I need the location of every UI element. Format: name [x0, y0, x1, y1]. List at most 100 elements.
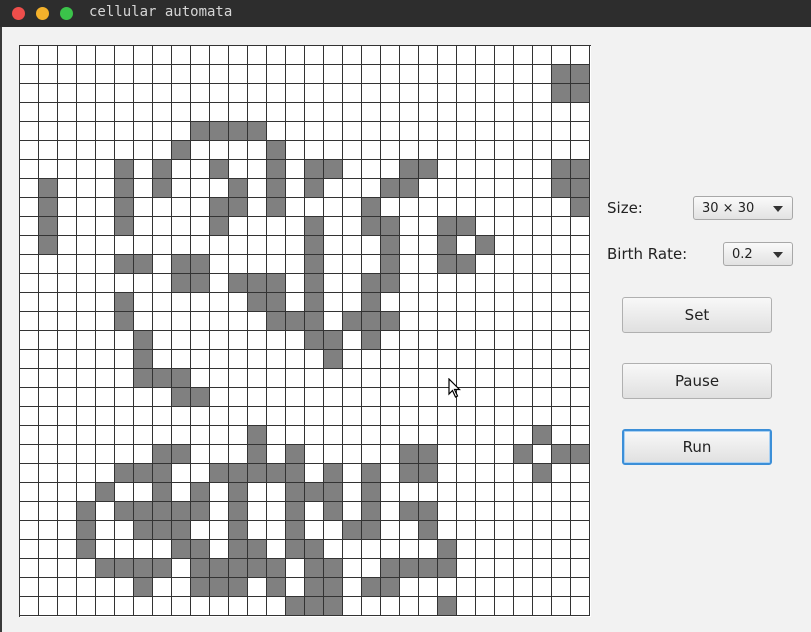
grid-cell[interactable] — [533, 407, 552, 426]
grid-cell[interactable] — [248, 274, 267, 293]
grid-cell[interactable] — [96, 236, 115, 255]
grid-cell[interactable] — [381, 521, 400, 540]
grid-cell[interactable] — [134, 103, 153, 122]
grid-cell[interactable] — [495, 388, 514, 407]
grid-cell[interactable] — [571, 198, 590, 217]
grid-cell[interactable] — [229, 426, 248, 445]
grid-cell[interactable] — [96, 274, 115, 293]
grid-cell[interactable] — [229, 255, 248, 274]
grid-cell[interactable] — [172, 160, 191, 179]
grid-cell[interactable] — [210, 407, 229, 426]
grid-cell[interactable] — [533, 103, 552, 122]
grid-cell[interactable] — [134, 350, 153, 369]
grid-cell[interactable] — [457, 502, 476, 521]
grid-cell[interactable] — [343, 426, 362, 445]
grid-cell[interactable] — [115, 350, 134, 369]
close-window-button[interactable] — [12, 7, 25, 20]
grid-cell[interactable] — [343, 65, 362, 84]
grid-cell[interactable] — [533, 160, 552, 179]
grid-cell[interactable] — [248, 369, 267, 388]
grid-cell[interactable] — [324, 103, 343, 122]
grid-cell[interactable] — [514, 597, 533, 616]
grid-cell[interactable] — [267, 578, 286, 597]
grid-cell[interactable] — [96, 141, 115, 160]
grid-cell[interactable] — [476, 293, 495, 312]
grid-cell[interactable] — [324, 350, 343, 369]
grid-cell[interactable] — [571, 464, 590, 483]
grid-cell[interactable] — [77, 464, 96, 483]
grid-cell[interactable] — [39, 236, 58, 255]
grid-cell[interactable] — [381, 65, 400, 84]
grid-cell[interactable] — [267, 198, 286, 217]
grid-cell[interactable] — [134, 540, 153, 559]
grid-cell[interactable] — [191, 331, 210, 350]
grid-cell[interactable] — [305, 521, 324, 540]
grid-cell[interactable] — [476, 350, 495, 369]
grid-cell[interactable] — [514, 388, 533, 407]
grid-cell[interactable] — [267, 483, 286, 502]
grid-cell[interactable] — [476, 312, 495, 331]
grid-cell[interactable] — [476, 483, 495, 502]
grid-cell[interactable] — [248, 426, 267, 445]
grid-cell[interactable] — [495, 179, 514, 198]
grid-cell[interactable] — [381, 293, 400, 312]
grid-cell[interactable] — [115, 141, 134, 160]
grid-cell[interactable] — [324, 445, 343, 464]
grid-cell[interactable] — [324, 179, 343, 198]
grid-cell[interactable] — [96, 255, 115, 274]
grid-cell[interactable] — [552, 179, 571, 198]
grid-cell[interactable] — [533, 122, 552, 141]
grid-cell[interactable] — [267, 426, 286, 445]
grid-cell[interactable] — [96, 502, 115, 521]
grid-cell[interactable] — [571, 236, 590, 255]
grid-cell[interactable] — [115, 407, 134, 426]
grid-cell[interactable] — [58, 502, 77, 521]
grid-cell[interactable] — [495, 103, 514, 122]
grid-cell[interactable] — [115, 255, 134, 274]
grid-cell[interactable] — [39, 445, 58, 464]
grid-cell[interactable] — [400, 445, 419, 464]
grid-cell[interactable] — [343, 217, 362, 236]
grid-cell[interactable] — [400, 350, 419, 369]
grid-cell[interactable] — [115, 217, 134, 236]
grid-cell[interactable] — [495, 521, 514, 540]
grid-cell[interactable] — [286, 331, 305, 350]
grid-cell[interactable] — [115, 160, 134, 179]
grid-cell[interactable] — [191, 293, 210, 312]
grid-cell[interactable] — [134, 464, 153, 483]
grid-cell[interactable] — [343, 578, 362, 597]
grid-cell[interactable] — [229, 331, 248, 350]
grid-cell[interactable] — [533, 559, 552, 578]
grid-cell[interactable] — [324, 559, 343, 578]
grid-cell[interactable] — [267, 65, 286, 84]
grid-cell[interactable] — [248, 483, 267, 502]
grid-cell[interactable] — [115, 293, 134, 312]
grid-cell[interactable] — [115, 84, 134, 103]
grid-cell[interactable] — [96, 217, 115, 236]
grid-cell[interactable] — [362, 141, 381, 160]
grid-cell[interactable] — [571, 65, 590, 84]
grid-cell[interactable] — [267, 160, 286, 179]
grid-cell[interactable] — [96, 46, 115, 65]
grid-cell[interactable] — [438, 331, 457, 350]
grid-cell[interactable] — [533, 65, 552, 84]
grid-cell[interactable] — [58, 597, 77, 616]
grid-cell[interactable] — [400, 540, 419, 559]
grid-cell[interactable] — [286, 103, 305, 122]
grid-cell[interactable] — [153, 65, 172, 84]
grid-cell[interactable] — [229, 160, 248, 179]
grid-cell[interactable] — [419, 198, 438, 217]
grid-cell[interactable] — [58, 559, 77, 578]
grid-cell[interactable] — [457, 255, 476, 274]
grid-cell[interactable] — [229, 559, 248, 578]
grid-cell[interactable] — [381, 388, 400, 407]
grid-cell[interactable] — [58, 293, 77, 312]
grid-cell[interactable] — [476, 426, 495, 445]
grid-cell[interactable] — [533, 540, 552, 559]
grid-cell[interactable] — [343, 388, 362, 407]
grid-cell[interactable] — [343, 46, 362, 65]
grid-cell[interactable] — [381, 331, 400, 350]
grid-cell[interactable] — [153, 255, 172, 274]
grid-cell[interactable] — [324, 312, 343, 331]
grid-cell[interactable] — [191, 597, 210, 616]
